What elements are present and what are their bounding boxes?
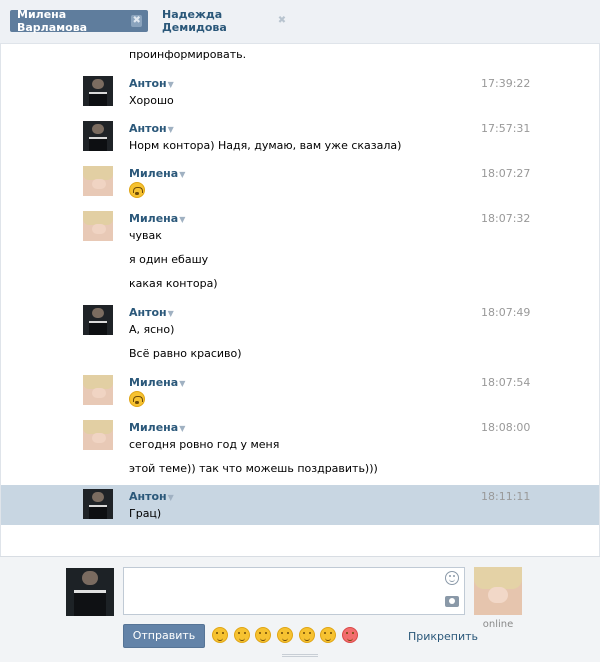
chevron-down-icon[interactable]: ▼ — [179, 170, 185, 179]
chevron-down-icon[interactable]: ▼ — [179, 424, 185, 433]
heart-eyes-emoji-icon[interactable] — [342, 627, 359, 643]
chevron-down-icon[interactable]: ▼ — [168, 125, 174, 134]
chevron-down-icon[interactable]: ▼ — [168, 309, 174, 318]
partner-avatar[interactable] — [474, 567, 522, 615]
dialog-tabs: Милена Варламова ✖ Надежда Демидова ✖ — [0, 0, 600, 44]
avatar[interactable] — [83, 211, 113, 241]
avatar[interactable] — [83, 305, 113, 335]
author-name[interactable]: Милена▼ — [129, 376, 185, 389]
message-text: Всё равно красиво) — [129, 347, 242, 360]
message-text: сегодня ровно год у меня — [129, 438, 280, 451]
message-text: Грац) — [129, 507, 162, 520]
message-row[interactable]: Милена▼ 18:07:54 — [1, 371, 599, 413]
chevron-down-icon[interactable]: ▼ — [179, 379, 185, 388]
message-time: 17:39:22 — [481, 77, 531, 90]
message-text: проинформировать. — [129, 48, 247, 61]
message-text: Хорошо — [129, 94, 174, 107]
message-history[interactable]: проинформировать. Антон▼ 17:39:22 Хорошо… — [0, 44, 600, 556]
rolling-eyes-emoji-icon[interactable] — [298, 627, 315, 643]
message-input[interactable] — [123, 567, 465, 615]
message-text: я один ебашу — [129, 253, 209, 266]
avatar[interactable] — [83, 375, 113, 405]
chevron-down-icon[interactable]: ▼ — [179, 215, 185, 224]
upside-down-smile-icon — [129, 182, 145, 198]
message-text: чувак — [129, 229, 162, 242]
message-time: 18:07:49 — [481, 306, 531, 319]
author-name[interactable]: Антон▼ — [129, 77, 174, 90]
message-time: 18:07:32 — [481, 212, 531, 225]
upside-down-smile-icon — [129, 391, 145, 407]
author-name[interactable]: Антон▼ — [129, 306, 174, 319]
author-name[interactable]: Антон▼ — [129, 122, 174, 135]
tab-label: Милена Варламова — [17, 8, 88, 34]
resize-handle[interactable] — [282, 654, 318, 657]
message-time: 18:11:11 — [481, 490, 531, 503]
avatar[interactable] — [83, 489, 113, 519]
author-name[interactable]: Милена▼ — [129, 421, 185, 434]
message-text: какая контора) — [129, 277, 218, 290]
author-name[interactable]: Милена▼ — [129, 167, 185, 180]
message-text: Норм контора) Надя, думаю, вам уже сказа… — [129, 139, 402, 152]
quick-emoji-bar — [212, 627, 364, 643]
smile-icon[interactable] — [445, 571, 459, 585]
message-time: 18:07:27 — [481, 167, 531, 180]
tab-milena-varlamova[interactable]: Милена Варламова ✖ — [10, 8, 148, 34]
message-time: 17:57:31 — [481, 122, 531, 135]
avatar[interactable] — [83, 121, 113, 151]
message-time: 18:08:00 — [481, 421, 531, 434]
message-row-selected[interactable]: Антон▼ 18:11:11 Грац) — [1, 485, 599, 525]
kiss-emoji-icon[interactable] — [277, 627, 294, 643]
tab-nadezhda-demidova[interactable]: Надежда Демидова ✖ — [155, 8, 293, 34]
message-row[interactable]: Милена▼ 18:08:00 сегодня ровно год у мен… — [1, 416, 599, 482]
author-name[interactable]: Антон▼ — [129, 490, 174, 503]
laugh-emoji-icon[interactable] — [255, 627, 272, 643]
message-row[interactable]: Милена▼ 18:07:27 — [1, 162, 599, 204]
chevron-down-icon[interactable]: ▼ — [168, 80, 174, 89]
chevron-down-icon[interactable]: ▼ — [168, 493, 174, 502]
avatar[interactable] — [83, 420, 113, 450]
tab-label: Надежда Демидова — [162, 8, 227, 34]
message-row[interactable]: Милена▼ 18:07:32 чувак я один ебашу кака… — [1, 207, 599, 297]
send-button[interactable]: Отправить — [123, 624, 205, 648]
smirk-emoji-icon[interactable] — [320, 627, 337, 643]
message-row[interactable]: Антон▼ 18:07:49 А, ясно) Всё равно краси… — [1, 301, 599, 367]
author-name[interactable]: Милена▼ — [129, 212, 185, 225]
message-time: 18:07:54 — [481, 376, 531, 389]
online-status: online — [482, 619, 514, 630]
my-avatar[interactable] — [66, 568, 114, 616]
message-row[interactable]: Антон▼ 17:39:22 Хорошо — [1, 72, 599, 114]
blush-emoji-icon[interactable] — [233, 627, 250, 643]
message-text: этой теме)) так что можешь поздравить))) — [129, 462, 378, 475]
smile-emoji-icon[interactable] — [212, 627, 228, 643]
message-composer: online Отправить Прикрепить — [0, 556, 600, 662]
avatar[interactable] — [83, 166, 113, 196]
camera-icon[interactable] — [445, 596, 459, 607]
close-icon[interactable]: ✖ — [277, 15, 287, 27]
message-row[interactable]: Антон▼ 17:57:31 Норм контора) Надя, дума… — [1, 117, 599, 159]
close-icon[interactable]: ✖ — [131, 15, 142, 27]
message-text: А, ясно) — [129, 323, 175, 336]
avatar[interactable] — [83, 76, 113, 106]
attach-link[interactable]: Прикрепить — [408, 630, 478, 643]
